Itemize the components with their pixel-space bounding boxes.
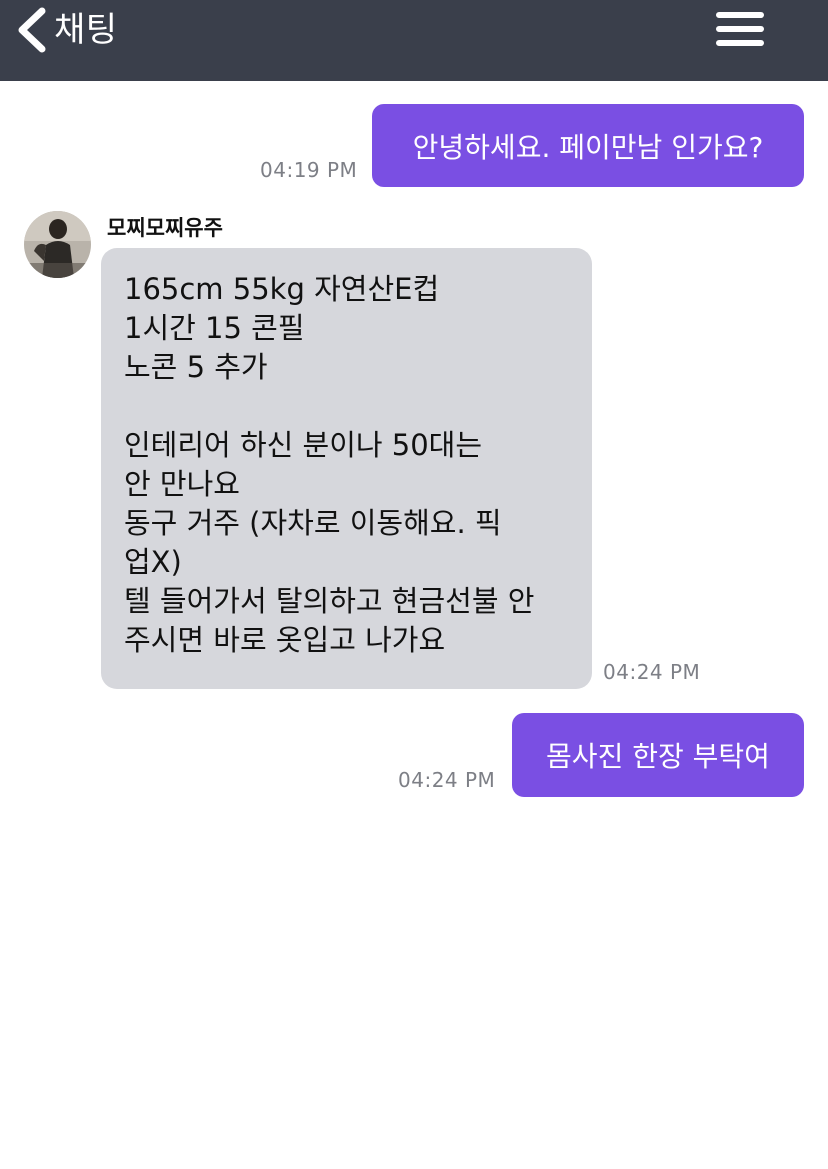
chevron-left-icon	[18, 7, 46, 53]
avatar[interactable]	[24, 211, 91, 278]
back-label: 채팅	[54, 10, 118, 50]
menu-line	[716, 12, 764, 18]
sender-name: 모찌모찌유주	[107, 216, 223, 240]
outgoing-message-bubble[interactable]: 안녕하세요. 페이만남 인가요?	[372, 104, 804, 187]
message-text: 몸사진 한장 부탁여	[546, 740, 770, 773]
top-bar: 채팅	[0, 0, 828, 81]
message-timestamp: 04:24 PM	[603, 660, 701, 684]
message-timestamp: 04:19 PM	[260, 158, 358, 182]
menu-line	[716, 26, 764, 32]
incoming-message-bubble[interactable]: 165cm 55kg 자연산E컵 1시간 15 콘필 노콘 5 추가 인테리어 …	[101, 248, 592, 689]
profile-photo-icon	[24, 211, 91, 278]
outgoing-message-bubble[interactable]: 몸사진 한장 부탁여	[512, 713, 804, 797]
message-text: 안녕하세요. 페이만남 인가요?	[412, 130, 764, 164]
hamburger-menu-icon[interactable]	[716, 12, 764, 48]
message-timestamp: 04:24 PM	[398, 768, 496, 792]
back-button[interactable]: 채팅	[14, 4, 118, 56]
menu-line	[716, 40, 764, 46]
